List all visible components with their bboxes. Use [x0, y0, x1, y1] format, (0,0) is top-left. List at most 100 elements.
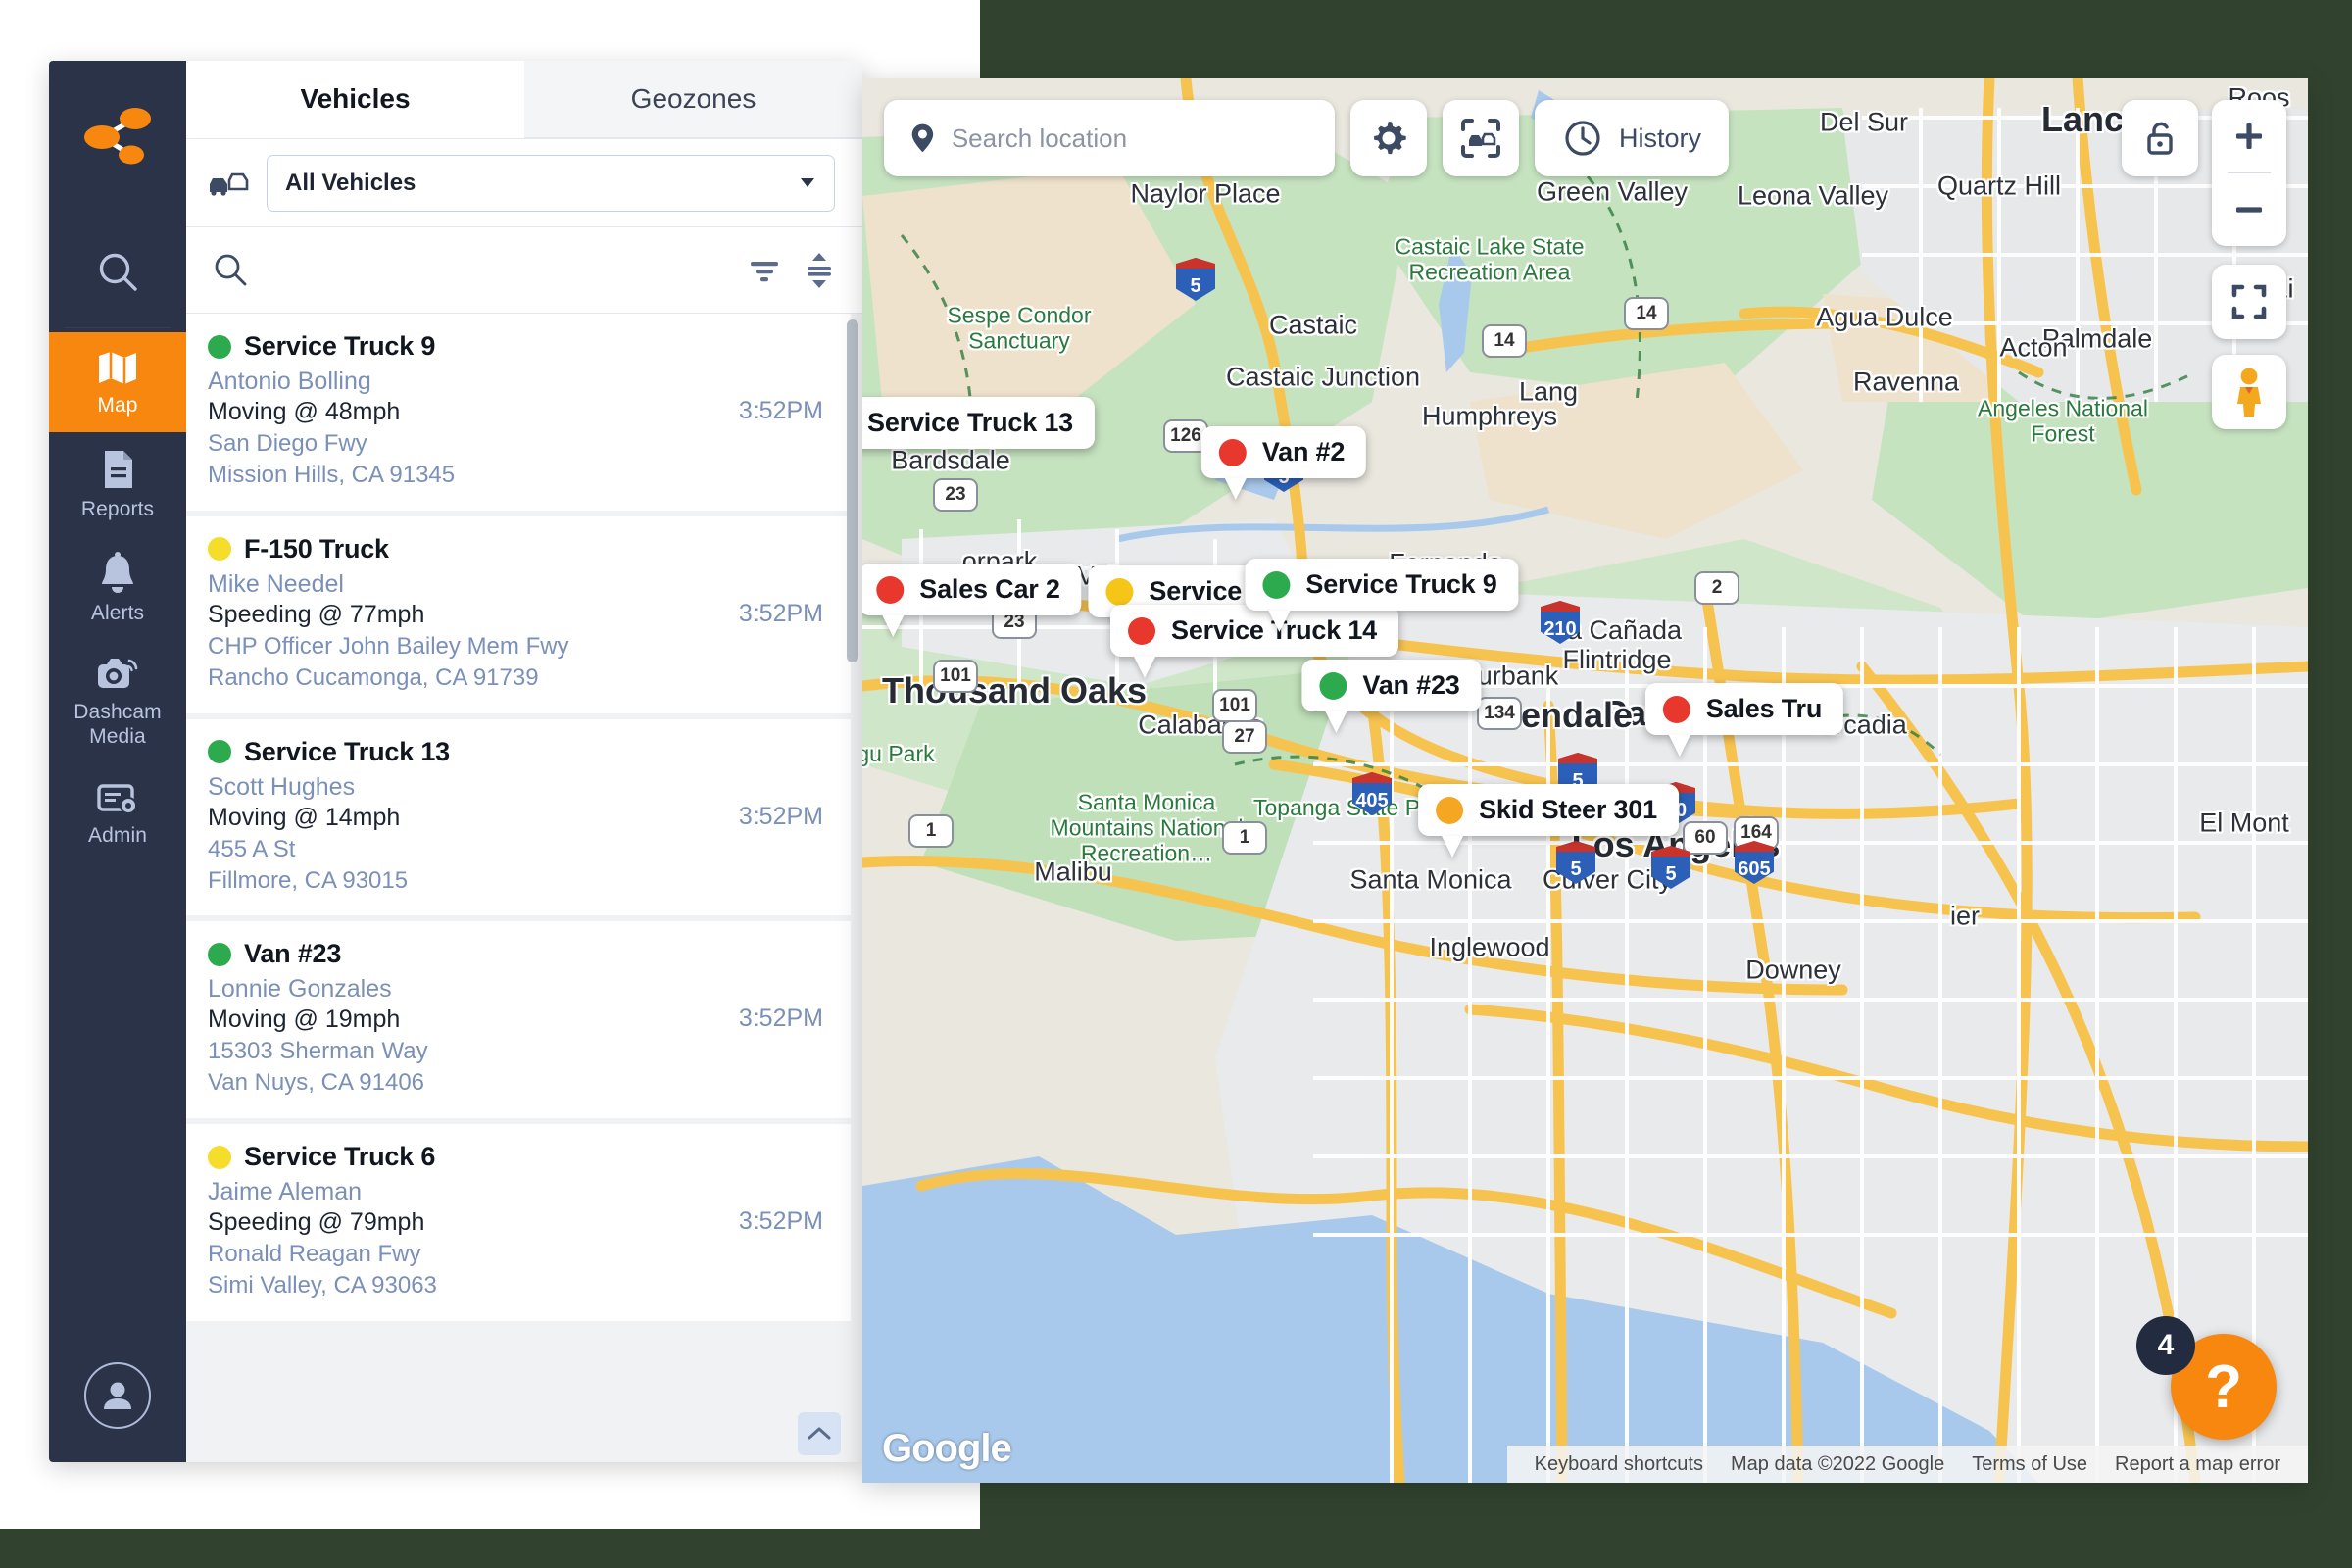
map-right-toolbar — [2122, 100, 2286, 246]
vehicle-driver: Lonnie Gonzales — [208, 975, 392, 1004]
marker-label: Service Truck 13 — [867, 408, 1073, 437]
vehicle-list-item[interactable]: Service Truck 9 Antonio Bolling Moving @… — [186, 314, 851, 511]
map-zoom-in-button[interactable] — [2212, 100, 2286, 172]
vehicle-list-item[interactable]: Service Truck 13 Scott Hughes Moving @ 1… — [186, 718, 851, 916]
map-fullscreen-button[interactable] — [2212, 265, 2286, 339]
map-view[interactable]: RoosDel SurLancaQuartz HillElizabeth Lak… — [862, 78, 2308, 1483]
google-logo: Google — [882, 1427, 1012, 1470]
vehicle-list-item[interactable]: Van #23 Lonnie Gonzales Moving @ 19mph 1… — [186, 921, 851, 1119]
route-shield: 101 — [933, 660, 978, 693]
map-label: Sespe Condor Sanctuary — [947, 302, 1092, 353]
scrollbar-thumb[interactable] — [847, 319, 858, 662]
vehicle-scan-icon — [1461, 119, 1500, 158]
filter-button[interactable] — [745, 254, 784, 287]
route-shield: 101 — [1212, 689, 1257, 722]
marker-tail — [1442, 836, 1464, 858]
keyboard-shortcuts-link[interactable]: Keyboard shortcuts — [1521, 1453, 1717, 1476]
map-label: Castaic Junction — [1225, 362, 1421, 392]
marker-label: Sales Tru — [1705, 694, 1823, 723]
marker-label: Service Truck 9 — [1305, 569, 1497, 599]
map-settings-button[interactable] — [1350, 100, 1427, 176]
terms-of-use-link[interactable]: Terms of Use — [1958, 1453, 2101, 1476]
vehicle-name: Service Truck 6 — [244, 1142, 436, 1172]
sidebar-item-admin[interactable]: Admin — [49, 762, 186, 862]
sidebar-item-map[interactable]: Map — [49, 332, 186, 432]
map-label: Angeles National Forest — [1978, 395, 2148, 446]
marker-tail — [1668, 735, 1690, 757]
chevron-up-icon — [808, 1427, 831, 1440]
marker-label: Van #2 — [1261, 437, 1346, 466]
route-shield: 134 — [1477, 697, 1522, 730]
map-label: Naylor Place — [1130, 178, 1281, 209]
vehicles-panel: Vehicles Geozones All Vehicles Service T… — [186, 61, 862, 1462]
map-zoom-controls — [2212, 100, 2286, 246]
sidebar-item-dashcam-media[interactable]: Dashcam Media — [49, 639, 186, 762]
sort-button[interactable] — [802, 252, 837, 289]
marker-status-dot — [1218, 438, 1247, 466]
collapse-list-button[interactable] — [798, 1412, 841, 1455]
map-vehicle-marker[interactable]: Van #23 — [1301, 660, 1482, 733]
share-nodes-logo-icon — [84, 108, 151, 165]
document-icon — [105, 450, 132, 488]
map-history-button[interactable]: History — [1535, 100, 1730, 176]
tab-vehicles[interactable]: Vehicles — [186, 61, 524, 138]
report-map-error-link[interactable]: Report a map error — [2101, 1453, 2294, 1476]
map-vehicle-marker[interactable]: Van #2 — [1200, 426, 1367, 500]
location-pin-icon — [911, 123, 934, 153]
vehicle-time: 3:52PM — [738, 599, 823, 627]
map-label: Acton — [1999, 332, 2068, 363]
unlock-icon — [2147, 122, 2173, 155]
tab-geozones[interactable]: Geozones — [524, 61, 862, 138]
vehicle-driver: Scott Hughes — [208, 772, 356, 801]
sort-icon — [808, 252, 831, 288]
map-search-box[interactable] — [884, 100, 1335, 176]
vehicle-list-scrollbar[interactable] — [847, 319, 858, 1401]
bell-icon — [102, 551, 133, 593]
sidebar-item-alerts[interactable]: Alerts — [49, 536, 186, 640]
map-vehicle-marker[interactable]: Sales Car 2 — [862, 564, 1082, 637]
map-vehicle-marker[interactable]: Service Truck 9 — [1245, 559, 1519, 632]
search-input[interactable] — [267, 257, 727, 283]
vehicle-time: 3:52PM — [738, 1004, 823, 1033]
map-vehicle-marker[interactable]: Service Truck 13 — [862, 397, 1095, 470]
vehicle-name: Service Truck 13 — [244, 736, 450, 766]
status-dot — [208, 537, 231, 562]
avatar — [84, 1362, 151, 1429]
marker-label-box: Van #2 — [1200, 426, 1367, 478]
vehicle-list-item[interactable]: Service Truck 6 Jaime Aleman Speeding @ … — [186, 1124, 851, 1322]
vehicle-list-item[interactable]: F-150 Truck Mike Needel Speeding @ 77mph… — [186, 515, 851, 713]
sidebar-account-button[interactable] — [84, 1362, 151, 1429]
search-icon — [99, 253, 137, 291]
route-shield: 60 — [1683, 821, 1728, 855]
vehicle-status: Speeding @ 77mph — [208, 600, 425, 628]
map-vehicle-focus-button[interactable] — [1443, 100, 1519, 176]
sidebar-item-reports[interactable]: Reports — [49, 432, 186, 536]
app-logo[interactable] — [49, 61, 186, 218]
vehicle-status: Moving @ 19mph — [208, 1005, 401, 1034]
map-vehicle-marker[interactable]: Skid Steer 301 — [1418, 784, 1679, 858]
map-vehicle-marker[interactable]: Sales Tru — [1644, 683, 1844, 757]
sidebar-search-button[interactable] — [49, 218, 186, 327]
help-badge: 4 — [2136, 1316, 2195, 1375]
route-shield: 27 — [1222, 720, 1267, 754]
vehicle-status: Moving @ 48mph — [208, 398, 401, 425]
marker-label: Skid Steer 301 — [1479, 795, 1657, 824]
map-label: El Mont — [2199, 808, 2289, 838]
route-shield: 1 — [1222, 821, 1267, 855]
vehicle-filter-select[interactable]: All Vehicles — [267, 154, 835, 212]
chevron-down-icon — [801, 178, 814, 187]
map-lock-button[interactable] — [2122, 100, 2198, 176]
panel-tabs: Vehicles Geozones — [186, 61, 862, 139]
map-label: Thousand Oaks — [881, 670, 1148, 710]
vehicle-city: Fillmore, CA 93015 — [208, 866, 409, 894]
map-label: Malibu — [1034, 857, 1112, 887]
user-avatar-icon — [104, 1382, 131, 1409]
map-search-input[interactable] — [951, 122, 1309, 154]
map-label: Inglewood — [1429, 932, 1550, 962]
vehicle-street: San Diego Fwy — [208, 430, 368, 457]
camera-icon — [98, 659, 138, 689]
map-street-view-button[interactable] — [2212, 355, 2286, 429]
marker-tail — [1325, 711, 1348, 733]
map-zoom-out-button[interactable] — [2212, 173, 2286, 246]
status-dot — [208, 740, 231, 764]
